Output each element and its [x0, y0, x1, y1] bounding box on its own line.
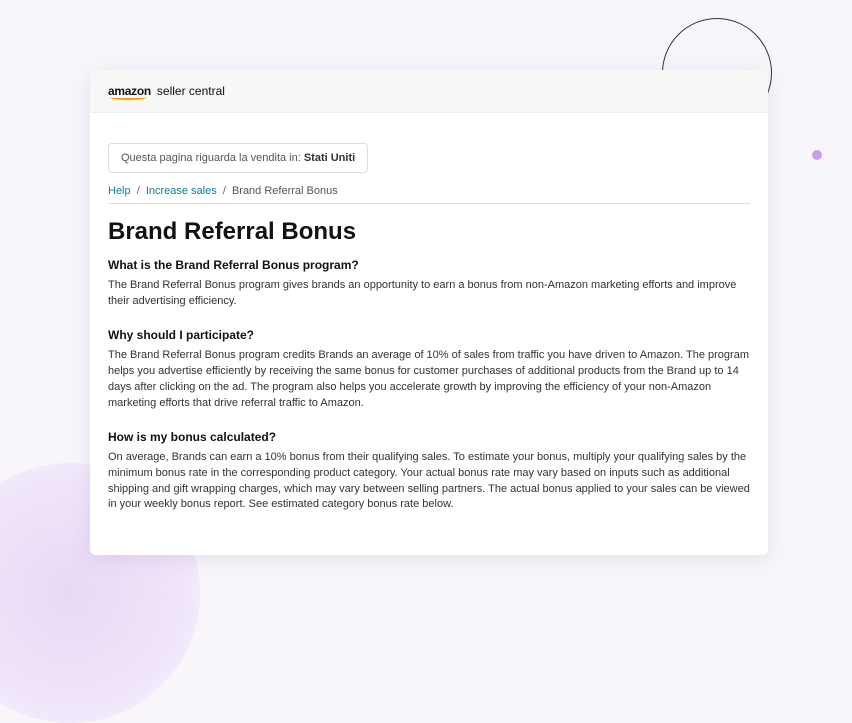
- section-heading: Why should I participate?: [108, 328, 750, 342]
- breadcrumb-link-help[interactable]: Help: [108, 185, 131, 197]
- breadcrumb-sep: /: [137, 185, 140, 197]
- breadcrumb: Help / Increase sales / Brand Referral B…: [108, 185, 750, 204]
- marketplace-notice[interactable]: Questa pagina riguarda la vendita in: St…: [108, 143, 368, 173]
- page-title: Brand Referral Bonus: [108, 218, 750, 246]
- brand-amazon-word: amazon: [108, 84, 151, 98]
- breadcrumb-link-increase-sales[interactable]: Increase sales: [146, 185, 217, 197]
- brand-logo: amazon seller central: [108, 84, 225, 98]
- section-body: The Brand Referral Bonus program gives b…: [108, 278, 750, 310]
- section-body: On average, Brands can earn a 10% bonus …: [108, 450, 750, 514]
- section-body: The Brand Referral Bonus program credits…: [108, 348, 750, 412]
- breadcrumb-current: Brand Referral Bonus: [232, 185, 338, 197]
- section-heading: What is the Brand Referral Bonus program…: [108, 258, 750, 272]
- help-article-card: amazon seller central Questa pagina rigu…: [90, 70, 768, 555]
- article-body: Questa pagina riguarda la vendita in: St…: [90, 113, 768, 555]
- section-heading: How is my bonus calculated?: [108, 430, 750, 444]
- brand-suffix: seller central: [157, 84, 225, 98]
- breadcrumb-sep: /: [223, 185, 226, 197]
- app-header: amazon seller central: [90, 70, 768, 113]
- decorative-dot: [812, 150, 822, 160]
- notice-country: Stati Uniti: [304, 152, 355, 164]
- notice-prefix: Questa pagina riguarda la vendita in:: [121, 152, 304, 164]
